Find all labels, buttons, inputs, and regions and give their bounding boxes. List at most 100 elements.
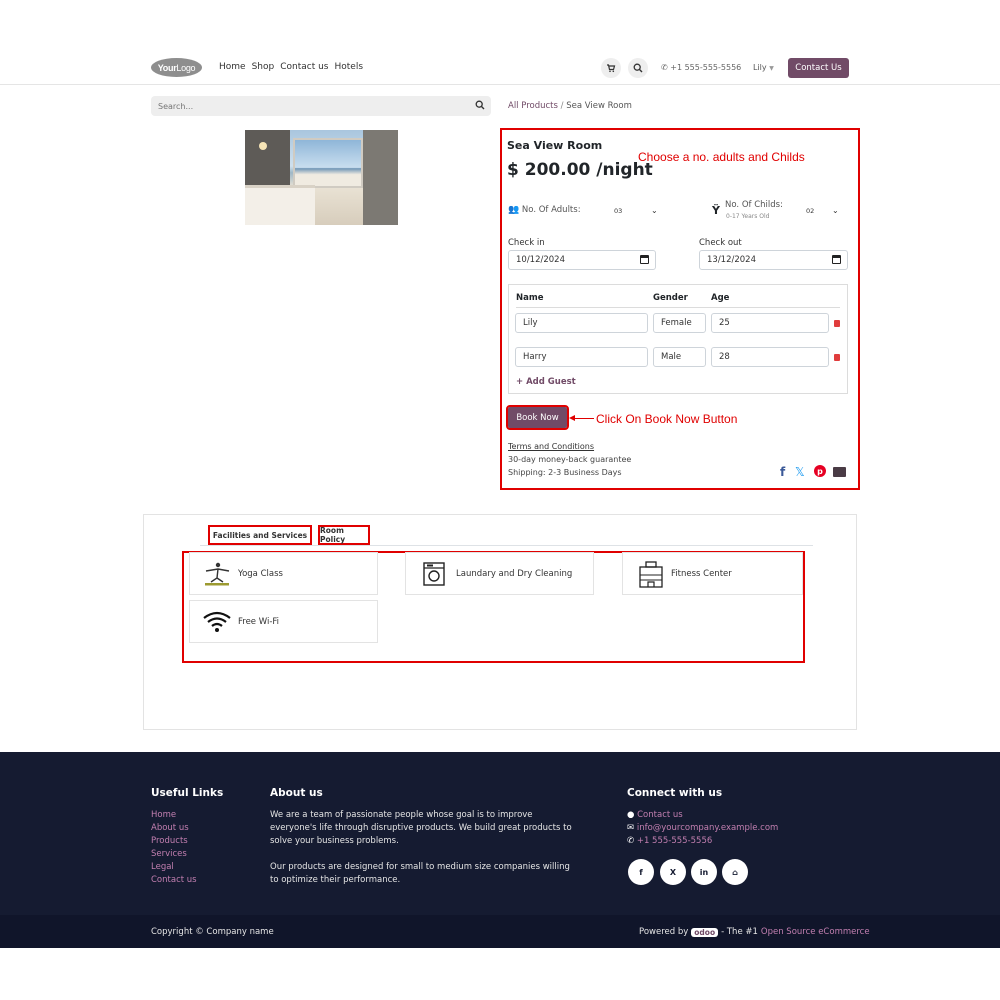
- copyright: Copyright © Company name: [151, 927, 274, 937]
- contact-text: Contact us: [637, 810, 683, 820]
- image-curtain: [363, 130, 398, 225]
- trash-icon[interactable]: [834, 320, 840, 327]
- col-gender: Gender: [653, 293, 688, 303]
- about-heading: About us: [270, 787, 323, 799]
- phone-text: +1 555-555-5556: [636, 836, 713, 846]
- logo[interactable]: Your Logo: [151, 58, 202, 77]
- envelope-icon[interactable]: [833, 467, 846, 477]
- image-wall: [245, 130, 290, 190]
- childs-select[interactable]: 02: [806, 207, 814, 215]
- calendar-icon[interactable]: [832, 255, 841, 264]
- product-search: [151, 96, 491, 116]
- annotation-click: Click On Book Now Button: [596, 412, 738, 426]
- book-now-button[interactable]: Book Now: [506, 405, 569, 430]
- open-source-link[interactable]: Open Source eCommerce: [761, 927, 870, 937]
- about-text-line: solve your business problems.: [270, 836, 399, 846]
- trash-icon[interactable]: [834, 354, 840, 361]
- header-phone[interactable]: ✆ +1 555-555-5556: [661, 63, 741, 72]
- about-text-line: everyone's life through disruptive produ…: [270, 823, 572, 833]
- footer-link-home[interactable]: Home: [151, 810, 176, 820]
- x-icon[interactable]: 𝕏: [795, 465, 805, 479]
- adults-field: 👥 No. Of Adults:: [508, 205, 581, 215]
- footer-contact-link[interactable]: ● Contact us: [627, 810, 683, 820]
- shipping-text: Shipping: 2-3 Business Days: [508, 468, 622, 477]
- search-icon[interactable]: [475, 100, 485, 113]
- guest-age-input[interactable]: 25: [711, 313, 829, 333]
- footer-phone-link[interactable]: ✆ +1 555-555-5556: [627, 836, 712, 846]
- adults-select[interactable]: 03: [614, 207, 622, 215]
- powered-by: Powered by odoo - The #1 Open Source eCo…: [639, 927, 870, 937]
- facility-card[interactable]: Free Wi-Fi: [189, 600, 378, 643]
- contact-us-button[interactable]: Contact Us: [788, 58, 849, 78]
- facebook-icon[interactable]: f: [780, 465, 785, 479]
- cart-icon[interactable]: [601, 58, 621, 78]
- guest-name-input[interactable]: Harry: [515, 347, 648, 367]
- terms-link[interactable]: Terms and Conditions: [508, 442, 594, 451]
- facility-label: Laundary and Dry Cleaning: [456, 568, 573, 579]
- chevron-down-icon[interactable]: ⌄: [832, 206, 839, 215]
- product-image[interactable]: [245, 130, 398, 225]
- facebook-icon[interactable]: f: [628, 859, 654, 885]
- footer-link-legal[interactable]: Legal: [151, 862, 174, 872]
- useful-links-heading: Useful Links: [151, 787, 224, 799]
- x-icon[interactable]: X: [660, 859, 686, 885]
- image-window: [293, 138, 363, 188]
- home-icon[interactable]: ⌂: [722, 859, 748, 885]
- washing-machine-icon: [422, 561, 452, 587]
- linkedin-icon[interactable]: in: [691, 859, 717, 885]
- guest-gender-select[interactable]: Female: [653, 313, 706, 333]
- tab-room-policy[interactable]: Room Policy: [318, 525, 370, 545]
- facility-card[interactable]: Fitness Center: [622, 552, 803, 595]
- the-number-one-text: - The #1: [721, 927, 758, 937]
- yoga-icon: [202, 561, 232, 587]
- chevron-down-icon: ▼: [769, 65, 774, 72]
- site-header: Your Logo Home Shop Contact us Hotels ✆ +…: [0, 50, 1000, 85]
- arrow-line: [573, 418, 594, 419]
- odoo-logo[interactable]: odoo: [691, 927, 719, 937]
- phone-icon: ✆: [627, 836, 635, 846]
- tab-facilities[interactable]: Facilities and Services: [208, 525, 312, 545]
- annotation-choose: Choose a no. adults and Childs: [638, 150, 805, 164]
- checkout-date-input[interactable]: 13/12/2024: [699, 250, 848, 270]
- add-guest-link[interactable]: + Add Guest: [516, 377, 576, 387]
- chevron-down-icon[interactable]: ⌄: [651, 206, 658, 215]
- footer-link-services[interactable]: Services: [151, 849, 187, 859]
- user-dropdown[interactable]: Lily ▼: [753, 63, 774, 72]
- col-age: Age: [711, 293, 730, 303]
- about-text-line: to optimize their performance.: [270, 875, 401, 885]
- breadcrumb-all-products[interactable]: All Products: [508, 101, 558, 111]
- envelope-icon: ✉: [627, 823, 635, 833]
- tabs-divider: [200, 545, 813, 546]
- facility-label: Yoga Class: [238, 568, 283, 579]
- pinterest-icon[interactable]: p: [814, 465, 826, 477]
- guest-name-input[interactable]: Lily: [515, 313, 648, 333]
- footer-link-products[interactable]: Products: [151, 836, 188, 846]
- nav-contact-us[interactable]: Contact us: [280, 62, 328, 72]
- about-text-line: Our products are designed for small to m…: [270, 862, 570, 872]
- breadcrumb-separator: /: [560, 101, 564, 111]
- wifi-icon: [202, 609, 232, 635]
- footer-link-about[interactable]: About us: [151, 823, 189, 833]
- facility-card[interactable]: Yoga Class: [189, 552, 378, 595]
- search-input[interactable]: [151, 96, 451, 116]
- image-bed: [245, 185, 315, 225]
- powered-by-text: Powered by: [639, 927, 689, 937]
- breadcrumb: All Products / Sea View Room: [508, 101, 632, 111]
- checkin-date-input[interactable]: 10/12/2024: [508, 250, 656, 270]
- room-title: Sea View Room: [507, 139, 603, 152]
- guest-gender-select[interactable]: Male: [653, 347, 706, 367]
- facility-card[interactable]: Laundary and Dry Cleaning: [405, 552, 594, 595]
- footer-email-link[interactable]: ✉ info@yourcompany.example.com: [627, 823, 778, 833]
- footer-link-contact[interactable]: Contact us: [151, 875, 197, 885]
- breadcrumb-current: Sea View Room: [566, 101, 632, 111]
- guest-age-input[interactable]: 28: [711, 347, 829, 367]
- nav-shop[interactable]: Shop: [252, 62, 275, 72]
- nav-hotels[interactable]: Hotels: [335, 62, 364, 72]
- logo-text-bold: Your: [157, 62, 177, 73]
- gym-icon: [637, 560, 667, 588]
- search-icon[interactable]: [628, 58, 648, 78]
- calendar-icon[interactable]: [640, 255, 649, 264]
- nav-home[interactable]: Home: [219, 62, 246, 72]
- comment-icon: ●: [627, 810, 635, 820]
- main-nav: Home Shop Contact us Hotels: [219, 62, 363, 72]
